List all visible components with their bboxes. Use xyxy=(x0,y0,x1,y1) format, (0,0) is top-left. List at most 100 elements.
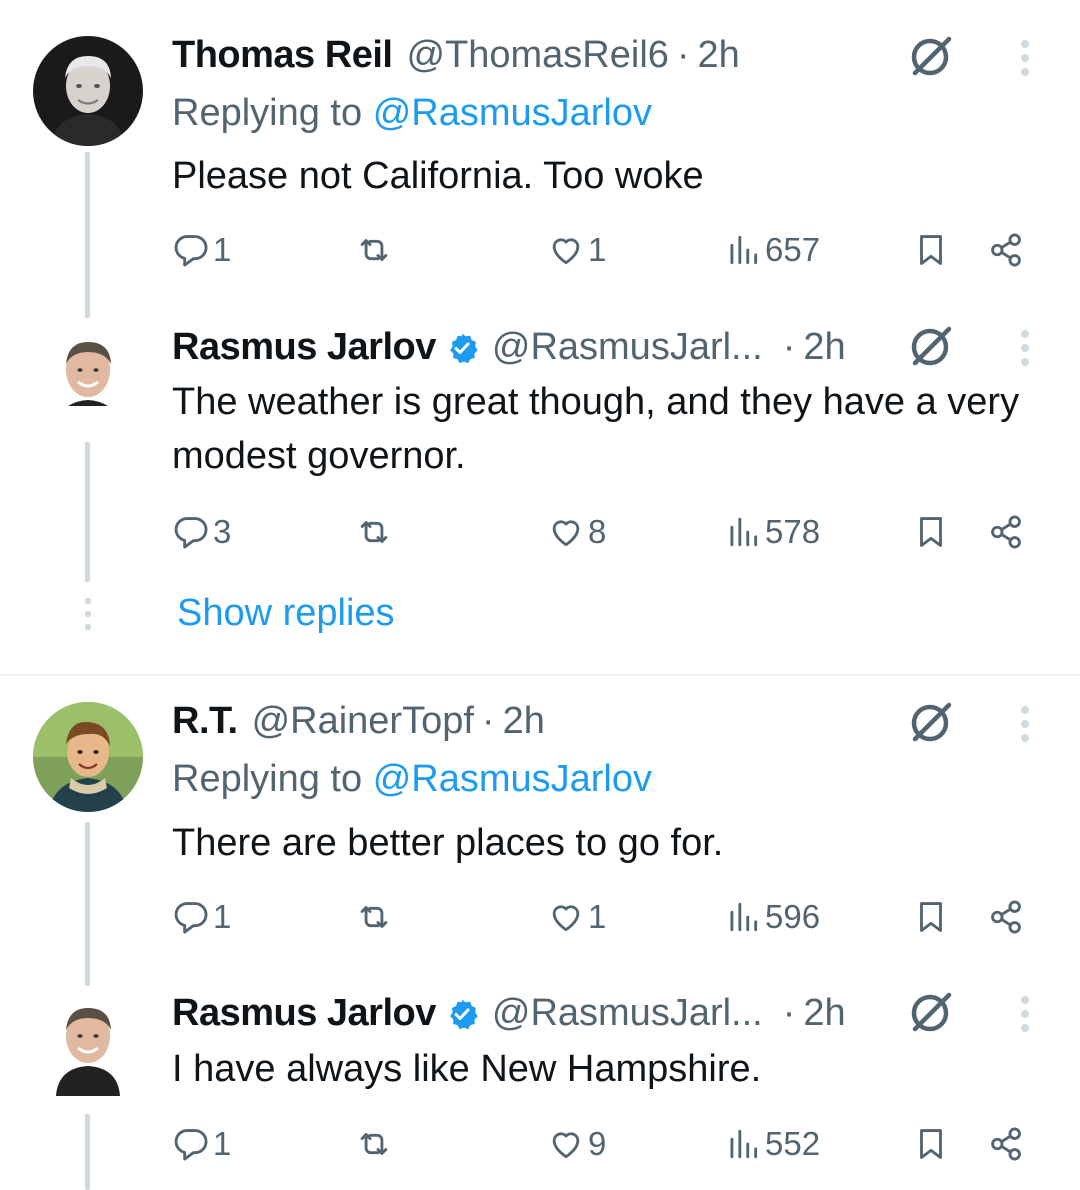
tweet-header: Rasmus Jarlov @RasmusJarl... · 2h xyxy=(172,988,846,1038)
bookmark-icon xyxy=(920,902,942,932)
action-bar: 1 1 596 xyxy=(172,895,1032,939)
view-count: 596 xyxy=(765,898,821,935)
reply-icon xyxy=(174,235,208,267)
separator: · xyxy=(676,33,690,76)
views-icon xyxy=(730,517,758,547)
tweet-text: The weather is great though, and they ha… xyxy=(172,381,1020,477)
bookmark-button[interactable] xyxy=(912,1122,950,1166)
reply-count: 3 xyxy=(213,513,232,550)
separator: · xyxy=(782,991,796,1034)
share-button[interactable] xyxy=(987,895,1025,939)
retweet-icon xyxy=(360,239,388,261)
verified-badge-icon xyxy=(446,997,478,1030)
author-name[interactable]: Thomas Reil xyxy=(172,34,393,77)
author-name[interactable]: R.T. xyxy=(172,700,238,743)
tweet-2[interactable]: Rasmus Jarlov @RasmusJarl... · 2h The we… xyxy=(0,320,1080,670)
thread-dots-icon xyxy=(82,596,94,632)
view-count: 552 xyxy=(765,1125,821,1162)
more-icon[interactable] xyxy=(1010,992,1040,1036)
author-handle[interactable]: @RasmusJarl... xyxy=(492,326,763,369)
author-handle[interactable]: @RasmusJarl... xyxy=(492,992,763,1035)
tweet-3[interactable]: R.T. @RainerTopf · 2h Replying to @Rasmu… xyxy=(0,676,1080,986)
reply-button[interactable]: 1 xyxy=(172,228,231,272)
like-button[interactable]: 8 xyxy=(547,510,606,554)
verified-badge-icon xyxy=(446,331,478,364)
reply-count: 1 xyxy=(213,898,232,935)
more-icon[interactable] xyxy=(1010,326,1040,370)
views-button[interactable]: 657 xyxy=(724,228,820,272)
bookmark-button[interactable] xyxy=(912,228,950,272)
replying-to-mention[interactable]: @RasmusJarlov xyxy=(373,92,652,134)
avatar-rasmus-jarlov[interactable] xyxy=(50,330,126,406)
like-button[interactable]: 1 xyxy=(547,895,606,939)
like-button[interactable]: 1 xyxy=(547,228,606,272)
grok-icon[interactable] xyxy=(905,986,957,1038)
author-name[interactable]: Rasmus Jarlov xyxy=(172,992,436,1035)
tweet-4[interactable]: Rasmus Jarlov @RasmusJarl... · 2h I have… xyxy=(0,986,1080,1190)
bookmark-button[interactable] xyxy=(912,510,950,554)
bookmark-icon xyxy=(920,517,942,547)
timestamp[interactable]: 2h xyxy=(503,700,545,743)
share-button[interactable] xyxy=(987,510,1025,554)
tweet-header: R.T. @RainerTopf · 2h xyxy=(172,696,545,746)
author-name[interactable]: Rasmus Jarlov xyxy=(172,326,436,369)
tweet-header: Thomas Reil @ThomasReil6 · 2h xyxy=(172,30,740,80)
share-icon xyxy=(991,515,1021,549)
grok-icon[interactable] xyxy=(905,696,957,748)
retweet-button[interactable] xyxy=(355,895,396,939)
tweet-header: Rasmus Jarlov @RasmusJarl... · 2h xyxy=(172,322,846,372)
replying-to-mention[interactable]: @RasmusJarlov xyxy=(373,758,652,800)
reply-count: 1 xyxy=(213,1125,232,1162)
retweet-button[interactable] xyxy=(355,228,396,272)
like-count: 8 xyxy=(588,513,607,550)
avatar-thomas-reil[interactable] xyxy=(33,36,143,146)
share-icon xyxy=(991,900,1021,934)
grok-icon[interactable] xyxy=(905,320,957,372)
timestamp[interactable]: 2h xyxy=(698,34,740,77)
tweet-1[interactable]: Thomas Reil @ThomasReil6 · 2h Replying t… xyxy=(0,0,1080,320)
timestamp[interactable]: 2h xyxy=(803,992,845,1035)
tweet-text: I have always like New Hampshire. xyxy=(172,1048,762,1090)
grok-icon[interactable] xyxy=(905,30,957,82)
timestamp[interactable]: 2h xyxy=(803,326,845,369)
like-icon xyxy=(552,520,580,547)
action-bar: 3 8 578 xyxy=(172,510,1032,554)
replying-to-label: Replying to xyxy=(172,758,363,800)
bookmark-button[interactable] xyxy=(912,895,950,939)
retweet-button[interactable] xyxy=(355,510,396,554)
reply-button[interactable]: 3 xyxy=(172,510,231,554)
views-button[interactable]: 578 xyxy=(724,510,820,554)
replying-to: Replying to @RasmusJarlov xyxy=(172,758,652,801)
like-button[interactable]: 9 xyxy=(547,1122,606,1166)
views-icon xyxy=(730,902,758,932)
reply-button[interactable]: 1 xyxy=(172,895,231,939)
avatar-rainer-topf[interactable] xyxy=(33,702,143,812)
views-button[interactable]: 596 xyxy=(724,895,820,939)
retweet-button[interactable] xyxy=(355,1122,396,1166)
share-button[interactable] xyxy=(987,1122,1025,1166)
action-bar: 1 1 657 xyxy=(172,228,1032,272)
thread-line xyxy=(85,822,90,986)
share-button[interactable] xyxy=(987,228,1025,272)
retweet-icon xyxy=(360,906,388,928)
reply-button[interactable]: 1 xyxy=(172,1122,231,1166)
thread-line xyxy=(85,1114,90,1190)
bookmark-icon xyxy=(920,235,942,265)
like-count: 1 xyxy=(588,898,607,935)
tweet-text: Please not California. Too woke xyxy=(172,155,704,197)
thread-line xyxy=(85,152,90,318)
like-count: 9 xyxy=(588,1125,607,1162)
reply-icon xyxy=(174,517,208,549)
show-replies-link[interactable]: Show replies xyxy=(177,592,395,635)
like-icon xyxy=(552,1132,580,1159)
view-count: 657 xyxy=(765,231,821,268)
author-handle[interactable]: @ThomasReil6 xyxy=(406,34,668,77)
author-handle[interactable]: @RainerTopf xyxy=(252,700,474,743)
avatar-rasmus-jarlov[interactable] xyxy=(50,996,126,1096)
more-icon[interactable] xyxy=(1010,702,1040,746)
share-icon xyxy=(991,233,1021,267)
share-icon xyxy=(991,1127,1021,1161)
replying-to-label: Replying to xyxy=(172,92,363,134)
views-button[interactable]: 552 xyxy=(724,1122,820,1166)
more-icon[interactable] xyxy=(1010,36,1040,80)
